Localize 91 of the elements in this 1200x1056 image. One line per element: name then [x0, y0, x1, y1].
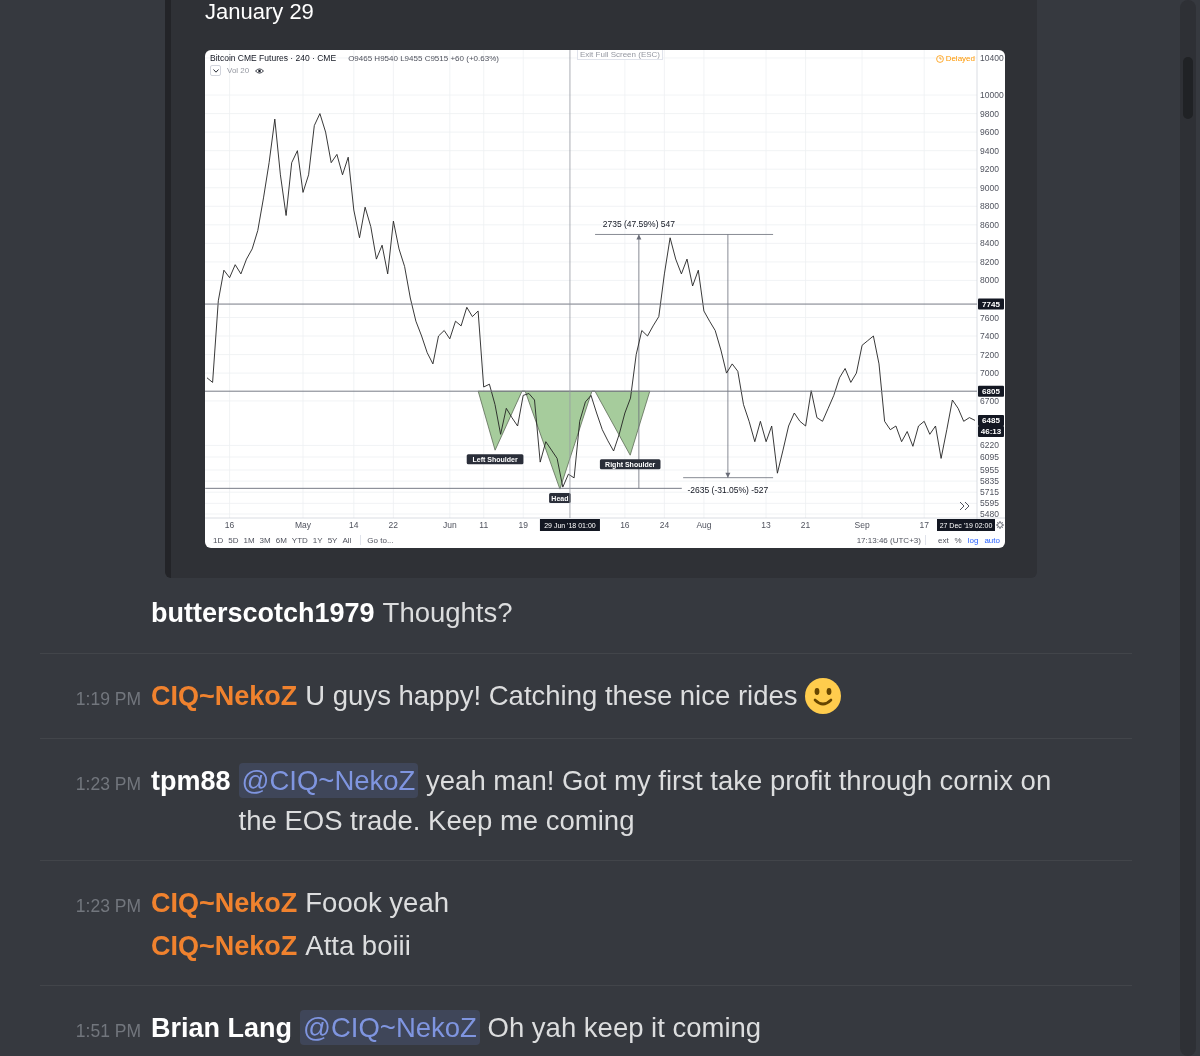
- range-label: -2635 (-31.05%) -527: [687, 484, 769, 495]
- price-axis-label: 7600: [980, 312, 999, 323]
- time-axis-label: 14: [349, 520, 359, 530]
- time-axis-label: 19: [518, 520, 528, 530]
- message-text: U guys happy! Catching these nice rides: [305, 676, 842, 716]
- username[interactable]: CIQ~NekoZ: [151, 926, 298, 966]
- message-text: Thoughts?: [382, 596, 513, 630]
- price-axis-label: 10000: [980, 90, 1004, 101]
- message-text: Foook yeah: [305, 886, 449, 920]
- scale-toggle[interactable]: ext: [937, 535, 949, 545]
- price-axis-label: 6095: [980, 452, 999, 462]
- range-button[interactable]: 6M: [275, 535, 287, 545]
- clock-time: 17:13:46 (UTC+3): [856, 535, 921, 545]
- price-axis-label: 7400: [980, 331, 999, 342]
- username[interactable]: CIQ~NekoZ: [151, 883, 298, 923]
- double-chevron-icon[interactable]: [959, 501, 970, 511]
- delayed-label: Delayed: [945, 54, 975, 63]
- time-axis-label: May: [294, 520, 312, 530]
- time-axis-label: 16: [620, 520, 630, 530]
- price-axis-label: 8400: [980, 238, 999, 249]
- time-axis-label: 22: [388, 520, 399, 530]
- price-axis-label: 9400: [980, 145, 999, 156]
- go-to-button[interactable]: Go to...: [367, 535, 394, 545]
- range-button[interactable]: 5D: [228, 535, 239, 545]
- volume-indicator-label: Vol 20: [227, 66, 250, 75]
- time-axis-label: 17: [919, 520, 929, 530]
- time-axis-label: 11: [479, 520, 489, 530]
- range-button[interactable]: 3M: [259, 535, 271, 545]
- time-axis-label: 16: [224, 520, 235, 530]
- timestamp: 1:23 PM: [75, 773, 141, 796]
- price-axis-label: 5595: [980, 498, 999, 509]
- time-axis-label: 21: [800, 520, 811, 530]
- price-axis-label: 8600: [980, 219, 999, 230]
- price-axis-label: 6220: [980, 440, 999, 451]
- time-axis-label: Jun: [442, 520, 457, 530]
- price-axis-label: 9800: [980, 108, 999, 119]
- price-axis-label: 8200: [980, 256, 999, 267]
- ohlc-values: O9465 H9540 L9455 C9515 +60 (+0.63%): [348, 53, 499, 63]
- price-axis-label: 5715: [980, 487, 999, 498]
- time-axis-label: Sep: [854, 520, 870, 530]
- scale-toggle[interactable]: log: [967, 535, 979, 545]
- price-axis-label: 7000: [980, 368, 999, 379]
- range-label: 2735 (47.59%) 547: [602, 219, 676, 230]
- price-tag: 6805: [978, 385, 1004, 397]
- price-axis-label: 6700: [980, 395, 999, 406]
- time-axis-label: Aug: [696, 520, 712, 530]
- price-axis-label: 9200: [980, 164, 999, 175]
- timestamp: 1:51 PM: [75, 1020, 141, 1043]
- exit-fullscreen-hint: Exit Full Screen (ESC): [577, 50, 664, 60]
- ref-line-label: 7745: [982, 300, 1001, 310]
- range-button[interactable]: YTD: [291, 535, 308, 545]
- ref-line-label: 6805: [982, 387, 1001, 397]
- price-tag: 7745: [978, 298, 1004, 310]
- time-axis-label: 24: [659, 520, 670, 530]
- username[interactable]: tpm88: [151, 761, 231, 801]
- message-text: @CIQ~NekoZ Oh yah keep it coming: [300, 1008, 762, 1048]
- username[interactable]: CIQ~NekoZ: [151, 676, 298, 716]
- range-button[interactable]: 1Y: [312, 535, 323, 545]
- settings-icon[interactable]: [995, 520, 1005, 530]
- price-axis-label: 5480: [980, 509, 999, 519]
- price-axis-label: 7200: [980, 349, 999, 360]
- price-axis-label: 8000: [980, 275, 999, 286]
- countdown-tag: 46:13: [978, 425, 1004, 437]
- eye-icon[interactable]: [255, 67, 265, 74]
- price-axis-label: 5835: [980, 476, 999, 487]
- price-axis-label: 9600: [980, 127, 999, 138]
- message-text: @CIQ~NekoZ yeah man! Got my first take profit through cornix on the EOS trade. Keep me coming: [238, 762, 1053, 838]
- range-button[interactable]: 5Y: [327, 535, 338, 545]
- time-axis-label: 13: [761, 520, 771, 530]
- message-text: Atta boiii: [305, 929, 411, 963]
- smiling-face-icon: [805, 678, 842, 714]
- scale-toggle[interactable]: auto: [984, 535, 1000, 545]
- range-button[interactable]: 1D: [213, 535, 224, 545]
- range-button[interactable]: All: [342, 535, 352, 545]
- embed-title: January 29: [205, 0, 314, 24]
- price-axis-label: 10400: [980, 52, 1004, 63]
- scrollbar-track[interactable]: [1180, 0, 1196, 1056]
- price-axis-label: 5955: [980, 465, 999, 475]
- clock-icon: [935, 54, 944, 63]
- price-axis-label: 9000: [980, 182, 999, 193]
- dropdown-button[interactable]: [210, 65, 221, 76]
- username[interactable]: Brian Lang: [151, 1008, 292, 1048]
- price-tag: 6485: [978, 414, 1004, 426]
- chevron-down-icon: [212, 68, 219, 73]
- range-button[interactable]: 1M: [243, 535, 255, 545]
- scale-toggle[interactable]: %: [954, 535, 962, 545]
- username[interactable]: butterscotch1979: [151, 593, 375, 633]
- timestamp: 1:23 PM: [75, 895, 141, 918]
- timestamp: 1:19 PM: [75, 688, 141, 711]
- price-axis-label: 8800: [980, 201, 999, 212]
- chart-title: Bitcoin CME Futures · 240 · CME: [210, 53, 337, 63]
